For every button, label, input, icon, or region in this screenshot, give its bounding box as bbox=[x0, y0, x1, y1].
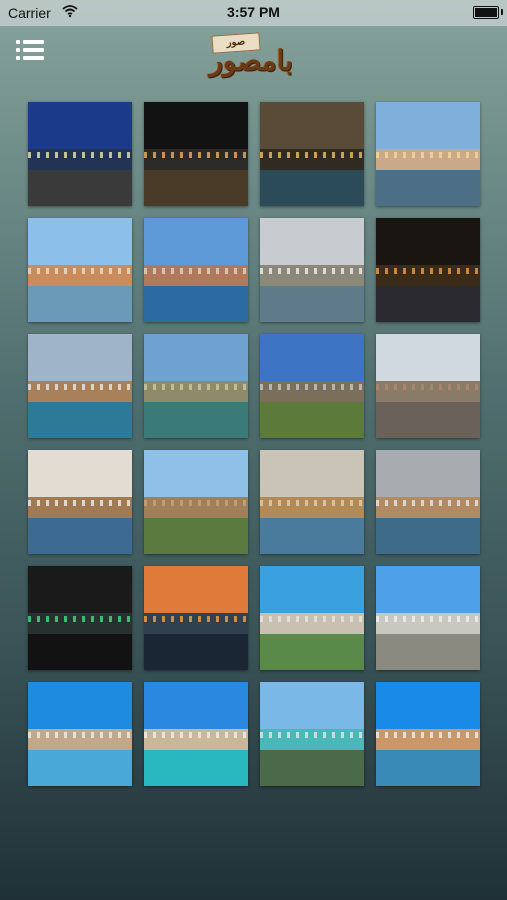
photo-thumbnail[interactable] bbox=[376, 102, 480, 206]
photo-thumbnail[interactable] bbox=[376, 682, 480, 786]
menu-button[interactable] bbox=[16, 40, 46, 66]
photo-thumbnail[interactable] bbox=[144, 334, 248, 438]
battery-icon bbox=[473, 6, 499, 19]
photo-thumbnail[interactable] bbox=[28, 450, 132, 554]
photo-grid bbox=[28, 102, 480, 786]
photo-thumbnail[interactable] bbox=[376, 450, 480, 554]
photo-thumbnail[interactable] bbox=[144, 566, 248, 670]
photo-thumbnail[interactable] bbox=[260, 682, 364, 786]
battery-tip bbox=[501, 9, 503, 15]
photo-thumbnail[interactable] bbox=[144, 450, 248, 554]
logo-tag: صور bbox=[211, 32, 261, 54]
status-bar: Carrier 3:57 PM bbox=[0, 0, 507, 26]
photo-thumbnail[interactable] bbox=[260, 566, 364, 670]
photo-thumbnail[interactable] bbox=[144, 102, 248, 206]
photo-thumbnail[interactable] bbox=[376, 218, 480, 322]
photo-thumbnail[interactable] bbox=[28, 102, 132, 206]
photo-thumbnail[interactable] bbox=[376, 566, 480, 670]
app-logo: بامصور صور bbox=[188, 32, 314, 76]
photo-thumbnail[interactable] bbox=[144, 682, 248, 786]
photo-thumbnail[interactable] bbox=[144, 218, 248, 322]
photo-thumbnail[interactable] bbox=[260, 450, 364, 554]
photo-thumbnail[interactable] bbox=[260, 102, 364, 206]
photo-thumbnail[interactable] bbox=[28, 566, 132, 670]
photo-thumbnail[interactable] bbox=[376, 334, 480, 438]
nav-bar: بامصور صور bbox=[0, 26, 507, 80]
photo-thumbnail[interactable] bbox=[28, 334, 132, 438]
photo-thumbnail[interactable] bbox=[28, 218, 132, 322]
clock-label: 3:57 PM bbox=[227, 4, 280, 20]
photo-thumbnail[interactable] bbox=[28, 682, 132, 786]
photo-thumbnail[interactable] bbox=[260, 334, 364, 438]
photo-thumbnail[interactable] bbox=[260, 218, 364, 322]
